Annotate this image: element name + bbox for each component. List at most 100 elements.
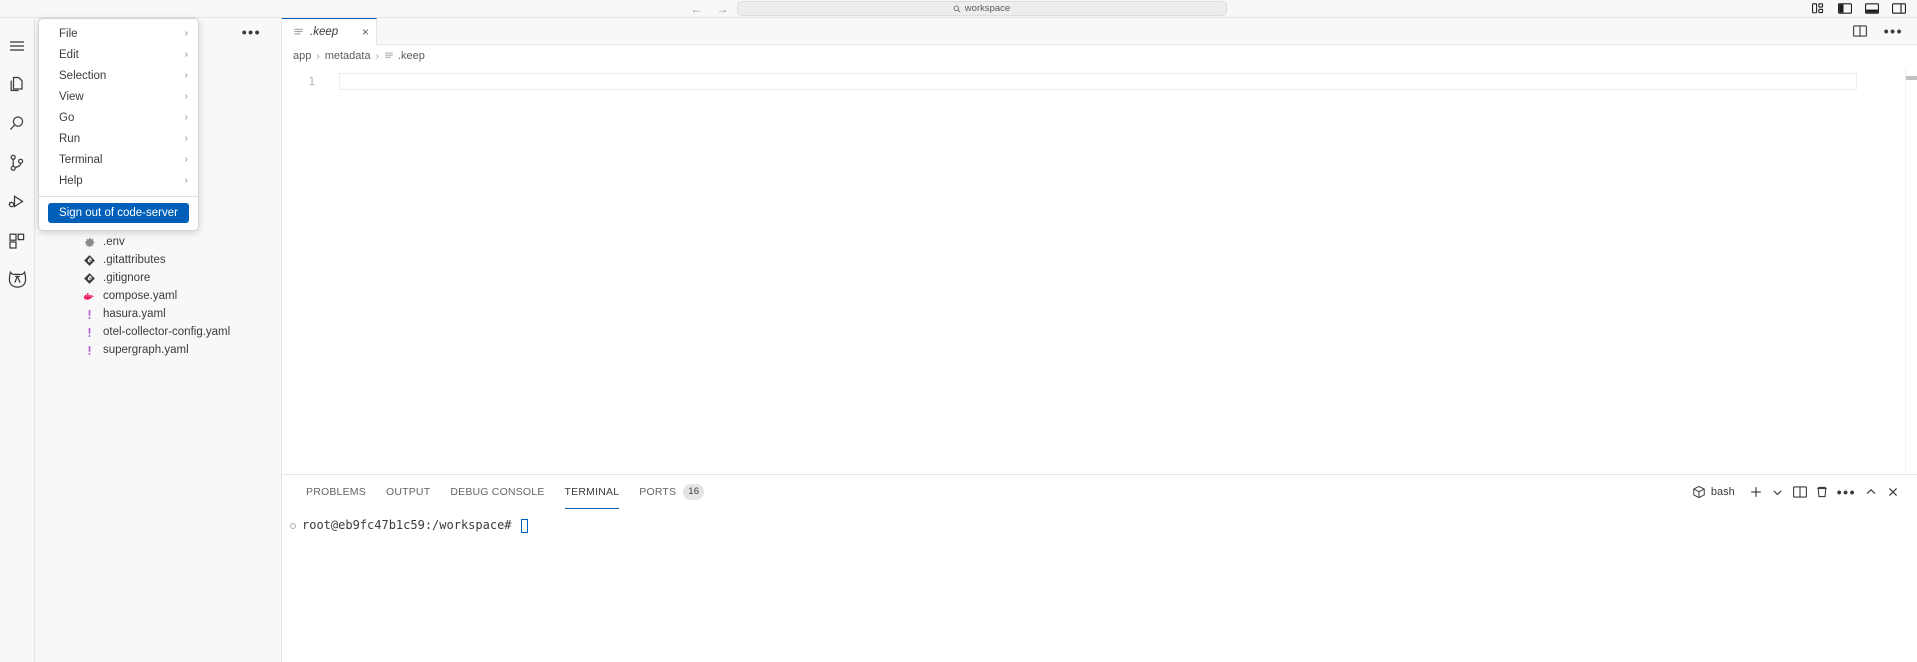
toggle-primary-sidebar-icon[interactable] (1838, 3, 1852, 14)
menu-item-file[interactable]: File › (39, 23, 198, 44)
menu-item-selection[interactable]: Selection › (39, 65, 198, 86)
search-icon[interactable] (0, 104, 35, 143)
menu-item-terminal[interactable]: Terminal › (39, 149, 198, 170)
git-file-icon (83, 272, 96, 285)
chevron-right-icon: › (184, 174, 188, 186)
menu-item-label: Run (59, 132, 81, 145)
terminal-prompt-text: root@eb9fc47b1c59:/workspace# (302, 518, 512, 532)
close-icon[interactable]: × (362, 26, 369, 38)
current-line-highlight (339, 73, 1857, 90)
terminal-cursor (520, 518, 528, 533)
breadcrumb-item-keep[interactable]: .keep (384, 50, 425, 62)
menu-item-view[interactable]: View › (39, 86, 198, 107)
customize-layout-icon[interactable] (1811, 3, 1825, 14)
terminal-shell-selector[interactable]: bash (1688, 481, 1745, 503)
panel-tab-ports[interactable]: PORTS 16 (629, 475, 714, 509)
file-list-item-label: .env (103, 236, 125, 248)
file-list-item[interactable]: .gitignore (35, 269, 281, 287)
line-number-gutter: 1 (282, 73, 329, 90)
title-bar: ← → workspace (0, 0, 1917, 18)
panel-tab-debug-console[interactable]: DEBUG CONSOLE (440, 475, 554, 509)
panel-tab-output[interactable]: OUTPUT (376, 475, 440, 509)
split-editor-icon[interactable] (1852, 25, 1867, 37)
file-list-item-label: supergraph.yaml (103, 344, 189, 356)
panel-tab-label: DEBUG CONSOLE (450, 485, 545, 498)
search-icon (953, 5, 961, 13)
menu-item-label: Terminal (59, 153, 103, 166)
menu-item-edit[interactable]: Edit › (39, 44, 198, 65)
menu-item-label: Go (59, 111, 75, 124)
file-list-item[interactable]: hasura.yaml (35, 305, 281, 323)
file-list-item-label: .gitignore (103, 272, 151, 284)
menu-item-label: Help (59, 174, 83, 187)
breadcrumb: app › metadata › .keep (282, 45, 1917, 67)
terminal-more-actions-icon[interactable]: ••• (1833, 481, 1860, 503)
close-panel-icon[interactable] (1882, 481, 1904, 503)
toggle-secondary-sidebar-icon[interactable] (1892, 3, 1906, 14)
terminal-bash-icon (1692, 485, 1706, 499)
code-server-window: ← → workspace ••• .env .gitattributes .g… (0, 0, 1917, 662)
file-list-item[interactable]: .env (35, 233, 281, 251)
file-list-item-label: compose.yaml (103, 290, 178, 302)
text-file-icon (384, 51, 394, 61)
breadcrumb-label-keep: .keep (397, 50, 425, 62)
editor-more-actions-icon[interactable]: ••• (1884, 24, 1903, 38)
editor-tab-keep[interactable]: .keep × (282, 18, 377, 45)
command-center-label: workspace (964, 3, 1011, 14)
split-terminal-icon[interactable] (1789, 481, 1811, 503)
toggle-panel-icon[interactable] (1865, 3, 1879, 14)
source-control-icon[interactable] (0, 143, 35, 182)
panel-actions: bash ••• (1688, 475, 1904, 509)
main-menu-items: File › Edit › Selection › View › Go › Run › Terminal… (39, 23, 198, 191)
editor-actions: ••• (1852, 18, 1917, 44)
title-bar-left (0, 0, 560, 17)
hasura-ddn-icon[interactable] (0, 260, 35, 299)
navigation-arrows: ← → (691, 3, 729, 15)
arrow-left-icon[interactable]: ← (691, 3, 703, 15)
code-editor[interactable]: 1 (282, 67, 1917, 474)
title-bar-center: ← → workspace (560, 0, 1357, 17)
activity-bar (0, 18, 35, 662)
sidebar-more-actions-icon[interactable]: ••• (242, 25, 261, 39)
new-terminal-icon[interactable] (1745, 481, 1767, 503)
maximize-panel-icon[interactable] (1860, 481, 1882, 503)
run-and-debug-icon[interactable] (0, 182, 35, 221)
chevron-right-icon: › (184, 153, 188, 165)
menu-item-label: Selection (59, 69, 107, 82)
bottom-panel: PROBLEMS OUTPUT DEBUG CONSOLE TERMINAL PORTS… (282, 474, 1917, 662)
gear-file-icon (83, 236, 96, 249)
file-list-item[interactable]: otel-collector-config.yaml (35, 323, 281, 341)
file-list-item-label: hasura.yaml (103, 308, 166, 320)
arrow-right-icon[interactable]: → (717, 3, 729, 15)
breadcrumb-item-metadata[interactable]: metadata (325, 50, 371, 62)
text-file-icon (293, 27, 304, 38)
panel-tab-terminal[interactable]: TERMINAL (555, 475, 630, 509)
command-center[interactable]: workspace (736, 1, 1227, 16)
chevron-right-icon: › (184, 132, 188, 144)
menu-item-help[interactable]: Help › (39, 170, 198, 191)
file-list-item[interactable]: compose.yaml (35, 287, 281, 305)
status-badge: 16 (683, 483, 705, 500)
breadcrumb-item-app[interactable]: app (293, 50, 311, 62)
menu-icon[interactable] (0, 26, 35, 65)
terminal-output[interactable]: root@eb9fc47b1c59:/workspace# (282, 509, 1917, 534)
panel-tab-label: PROBLEMS (306, 485, 366, 498)
kill-terminal-icon[interactable] (1811, 481, 1833, 503)
sign-out-button[interactable]: Sign out of code-server (48, 203, 189, 223)
panel-tab-problems[interactable]: PROBLEMS (296, 475, 376, 509)
chevron-down-icon[interactable] (1767, 481, 1789, 503)
editor-overview-ruler-border (1905, 67, 1906, 474)
file-list-item[interactable]: .gitattributes (35, 251, 281, 269)
editor-area: .keep × ••• app › metadata › .keep 1 (282, 18, 1917, 474)
line-number: 1 (308, 75, 315, 88)
menu-item-go[interactable]: Go › (39, 107, 198, 128)
extensions-icon[interactable] (0, 221, 35, 260)
file-list-item[interactable]: supergraph.yaml (35, 341, 281, 359)
chevron-right-icon: › (184, 48, 188, 60)
editor-tabs: .keep × ••• (282, 18, 1917, 45)
menu-item-run[interactable]: Run › (39, 128, 198, 149)
explorer-icon[interactable] (0, 65, 35, 104)
editor-scrollbar[interactable] (1906, 76, 1917, 80)
docker-file-icon (83, 290, 96, 303)
menu-item-label: Edit (59, 48, 79, 61)
